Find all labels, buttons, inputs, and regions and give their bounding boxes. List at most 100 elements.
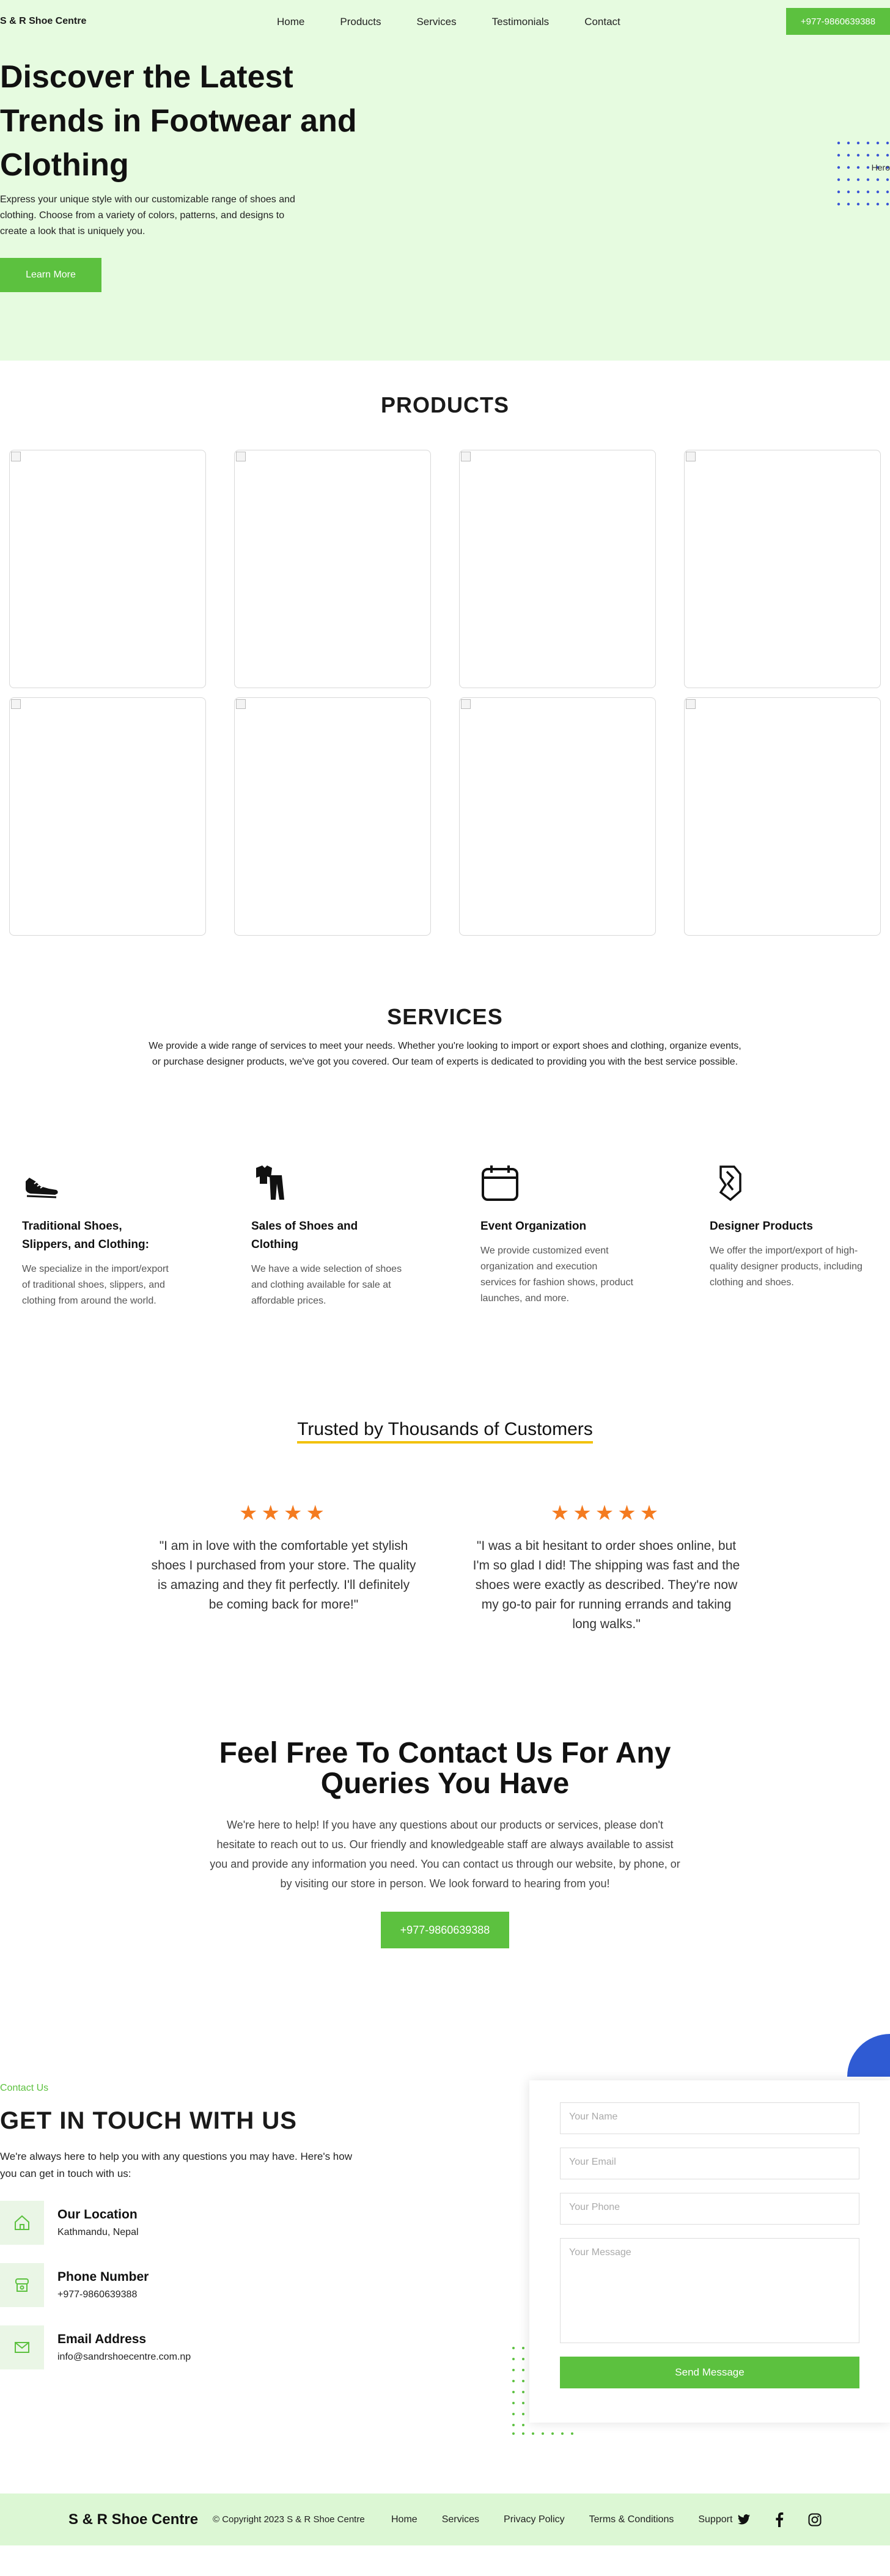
footer-link-home[interactable]: Home [391, 2514, 417, 2525]
broken-image-icon [461, 699, 471, 709]
broken-image-icon [11, 699, 21, 709]
phone-info: Phone Number +977-9860639388 [0, 2263, 391, 2307]
product-card[interactable] [234, 697, 431, 936]
service-title: Event Organization [480, 1220, 587, 1233]
broken-image-icon [461, 452, 471, 461]
calendar-icon [482, 1165, 518, 1201]
services-title: SERVICES [387, 1004, 503, 1029]
service-text: We have a wide selection of shoes and cl… [251, 1264, 402, 1306]
contact-kicker: Contact Us [0, 2083, 49, 2093]
footer-copyright: © Copyright 2023 S & R Shoe Centre [213, 2514, 365, 2525]
products-section: PRODUCTS [0, 361, 890, 936]
product-card[interactable] [684, 697, 881, 936]
product-card[interactable] [9, 697, 206, 936]
hero-section: Discover the Latest Trends in Footwear a… [0, 43, 890, 361]
nav-link-contact[interactable]: Contact [584, 16, 620, 28]
email-title: Email Address [57, 2332, 147, 2346]
footer-links: Home Services Privacy Policy Terms & Con… [391, 2514, 757, 2525]
footer-link-support[interactable]: Support [698, 2514, 732, 2525]
twitter-icon[interactable] [736, 2512, 752, 2528]
name-input[interactable]: Your Name [560, 2102, 859, 2134]
services-lead: We provide a wide range of services to m… [149, 1041, 741, 1067]
service-title: Sales of Shoes and Clothing [251, 1220, 358, 1251]
products-title: PRODUCTS [380, 392, 509, 417]
social-links [736, 2512, 823, 2528]
nav-phone-button[interactable]: +977-9860639388 [786, 8, 890, 35]
broken-image-icon [686, 699, 696, 709]
product-card[interactable] [9, 450, 206, 688]
product-card[interactable] [234, 450, 431, 688]
product-card[interactable] [459, 450, 656, 688]
cta-text: We're here to help! If you have any ques… [210, 1819, 680, 1890]
cta-title: Feel Free To Contact Us For Any Queries … [219, 1737, 671, 1800]
email-info: Email Address info@sandrshoecentre.com.n… [0, 2325, 391, 2369]
service-title: Traditional Shoes, Slippers, and Clothin… [22, 1220, 149, 1251]
location-title: Our Location [57, 2207, 138, 2222]
cta-section: Feel Free To Contact Us For Any Queries … [0, 1634, 890, 1948]
broken-image-icon [236, 452, 246, 461]
footer-link-services[interactable]: Services [442, 2514, 479, 2525]
testimonial-card: ★★★★★ "I was a bit hesitant to order sho… [472, 1501, 741, 1634]
learn-more-button[interactable]: Learn More [0, 258, 101, 292]
service-text: We specialize in the import/export of tr… [22, 1264, 169, 1306]
contact-intro: We're always here to help you with any q… [0, 2151, 352, 2179]
phone-input[interactable]: Your Phone [560, 2193, 859, 2225]
service-item: Sales of Shoes and Clothing We have a wi… [251, 1163, 480, 1309]
product-card[interactable] [684, 450, 881, 688]
star-rating: ★★★★ [239, 1502, 328, 1525]
nav-link-services[interactable]: Services [416, 16, 456, 28]
hero-image-broken: Hero [871, 163, 890, 172]
top-nav: S & R Shoe Centre Home Products Services… [0, 0, 890, 43]
contact-title: GET IN TOUCH WITH US [0, 2107, 297, 2134]
email-value[interactable]: info@sandrshoecentre.com.np [57, 2352, 191, 2362]
contact-section: Contact Us GET IN TOUCH WITH US We're al… [0, 2034, 890, 2474]
location-info: Our Location Kathmandu, Nepal [0, 2201, 391, 2245]
clothing-icon [256, 1165, 284, 1200]
service-text: We offer the import/export of high-quali… [710, 1246, 862, 1288]
instagram-icon[interactable] [807, 2512, 823, 2528]
broken-image-icon [686, 452, 696, 461]
service-item: Event Organization We provide customized… [480, 1163, 710, 1309]
products-grid [0, 418, 890, 936]
facebook-icon[interactable] [771, 2512, 787, 2528]
nav-links: Home Products Services Testimonials Cont… [277, 16, 656, 28]
designer-icon [719, 1165, 741, 1202]
services-section: SERVICES We provide a wide range of serv… [0, 936, 890, 1309]
product-card[interactable] [459, 697, 656, 936]
hero-text: Express your unique style with our custo… [0, 194, 295, 237]
footer-brand[interactable]: S & R Shoe Centre [68, 2511, 198, 2528]
phone-title: Phone Number [57, 2270, 149, 2284]
email-input[interactable]: Your Email [560, 2148, 859, 2179]
star-rating: ★★★★★ [550, 1502, 663, 1525]
mail-icon [0, 2325, 44, 2369]
service-title: Designer Products [710, 1220, 813, 1233]
location-value: Kathmandu, Nepal [57, 2227, 139, 2237]
testimonial-card: ★★★★ "I am in love with the comfortable … [149, 1501, 418, 1634]
contact-form: Your Name Your Email Your Phone Your Mes… [529, 2080, 890, 2423]
decorative-shape [847, 2034, 890, 2077]
shoe-icon [26, 1178, 58, 1198]
phone-icon [0, 2263, 44, 2307]
testimonials-list: ★★★★ "I am in love with the comfortable … [0, 1444, 890, 1634]
nav-link-products[interactable]: Products [340, 16, 381, 28]
testimonials-section: Trusted by Thousands of Customers ★★★★ "… [0, 1309, 890, 1634]
brand-logo[interactable]: S & R Shoe Centre [0, 16, 86, 27]
home-icon [0, 2201, 44, 2245]
testimonial-text: "I was a bit hesitant to order shoes onl… [473, 1539, 740, 1631]
service-item: Traditional Shoes, Slippers, and Clothin… [22, 1163, 251, 1309]
testimonials-title: Trusted by Thousands of Customers [297, 1419, 593, 1444]
phone-value: +977-9860639388 [57, 2289, 138, 2300]
decorative-dots [837, 141, 889, 206]
nav-link-home[interactable]: Home [277, 16, 304, 28]
cta-phone-button[interactable]: +977-9860639388 [381, 1912, 509, 1948]
service-item: Designer Products We offer the import/ex… [710, 1163, 890, 1309]
broken-image-icon [236, 699, 246, 709]
send-message-button[interactable]: Send Message [560, 2357, 859, 2388]
footer-link-privacy[interactable]: Privacy Policy [504, 2514, 565, 2525]
services-list: Traditional Shoes, Slippers, and Clothin… [0, 1070, 890, 1309]
footer-link-terms[interactable]: Terms & Conditions [589, 2514, 674, 2525]
footer: S & R Shoe Centre © Copyright 2023 S & R… [0, 2493, 890, 2545]
contact-info: Contact Us GET IN TOUCH WITH US We're al… [0, 2083, 391, 2369]
nav-link-testimonials[interactable]: Testimonials [492, 16, 550, 28]
message-textarea[interactable]: Your Message [560, 2238, 859, 2343]
